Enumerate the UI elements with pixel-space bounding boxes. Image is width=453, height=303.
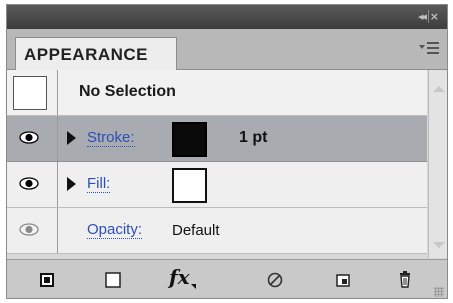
scroll-up-arrow-icon[interactable] — [433, 86, 445, 92]
selection-label: No Selection — [79, 83, 176, 100]
fill-color-swatch[interactable] — [172, 168, 207, 203]
expand-fill-icon[interactable] — [67, 177, 76, 191]
appearance-panel: ◂◂ × APPEARANCE No Selection Stroke: 1 p… — [6, 4, 448, 299]
fx-label: fx — [169, 265, 190, 289]
collapse-panel-button[interactable]: ◂◂ — [418, 10, 427, 23]
visibility-eye-icon[interactable] — [19, 131, 39, 144]
close-panel-button[interactable]: × — [430, 10, 439, 23]
eye-column — [7, 116, 58, 161]
add-effect-button[interactable]: fx — [167, 265, 199, 294]
new-art-basic-appearance-icon[interactable] — [33, 266, 61, 294]
opacity-link[interactable]: Opacity: — [87, 222, 143, 239]
clear-appearance-icon[interactable] — [99, 266, 127, 294]
panel-menu-icon[interactable] — [419, 41, 441, 55]
tab-appearance[interactable]: APPEARANCE — [15, 37, 177, 70]
selection-row[interactable]: No Selection — [7, 70, 427, 116]
scroll-down-arrow-icon[interactable] — [433, 242, 445, 248]
opacity-row[interactable]: Opacity: Default — [7, 208, 427, 254]
selection-thumbnail — [13, 76, 47, 110]
panel-titlebar: ◂◂ × — [7, 5, 447, 29]
delete-item-icon[interactable] — [391, 266, 419, 294]
eye-column — [7, 208, 58, 253]
panel-toolbar: fx — [7, 259, 447, 298]
stroke-color-swatch[interactable] — [172, 122, 207, 157]
stroke-weight-value[interactable]: 1 pt — [239, 129, 267, 147]
expand-stroke-icon[interactable] — [67, 131, 76, 145]
fill-link[interactable]: Fill: — [87, 176, 111, 193]
reduce-to-basic-icon[interactable] — [261, 266, 289, 294]
opacity-value: Default — [172, 222, 220, 239]
stroke-link[interactable]: Stroke: — [87, 130, 135, 147]
visibility-eye-icon[interactable] — [19, 177, 39, 190]
eye-column — [7, 162, 58, 207]
resize-grip[interactable] — [434, 287, 444, 297]
tab-strip: APPEARANCE — [7, 29, 447, 70]
vertical-scrollbar[interactable] — [428, 70, 447, 258]
visibility-eye-icon[interactable] — [19, 223, 39, 236]
eye-column — [7, 70, 58, 115]
appearance-list: No Selection Stroke: 1 pt Fill: Opacity:… — [7, 70, 427, 258]
duplicate-item-icon[interactable] — [329, 266, 357, 294]
stroke-row[interactable]: Stroke: 1 pt — [7, 116, 427, 162]
dropdown-triangle-icon — [191, 284, 196, 289]
fill-row[interactable]: Fill: — [7, 162, 427, 208]
